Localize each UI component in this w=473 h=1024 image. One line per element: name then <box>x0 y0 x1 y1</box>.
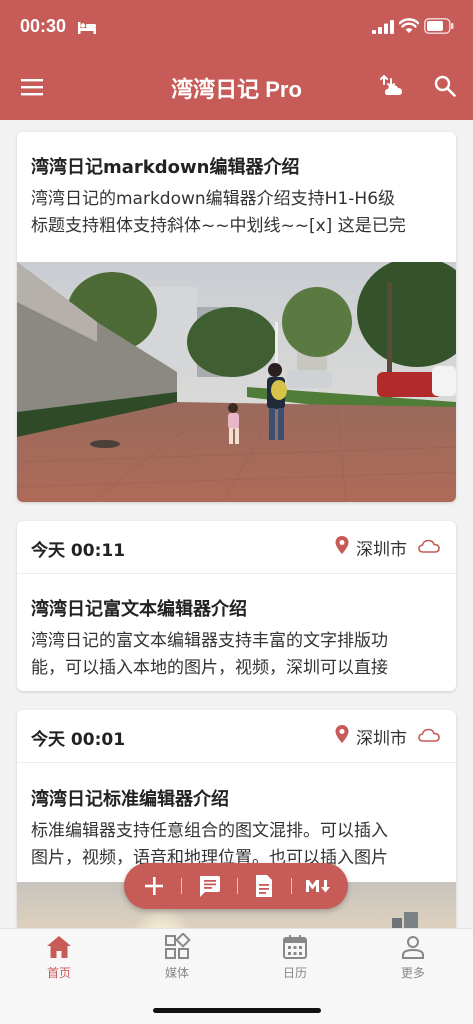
diary-entry-card[interactable]: 湾湾日记markdown编辑器介绍 湾湾日记的markdown编辑器介绍支持H1… <box>17 132 456 502</box>
home-icon <box>47 936 71 958</box>
photo-image <box>17 262 456 502</box>
status-bar: 00:30 <box>0 0 473 56</box>
diary-entry-card[interactable]: 今天 00:11 深圳市 湾湾日记富文本编辑器介绍 湾湾日记的富文本编辑器支持丰… <box>17 521 456 691</box>
entry-title: 湾湾日记标准编辑器介绍 <box>31 789 229 810</box>
bed-icon <box>78 22 96 34</box>
wifi-icon <box>399 18 419 33</box>
cellular-signal-icon <box>372 20 394 34</box>
new-entry-toolbar <box>124 863 348 909</box>
cloud-weather-icon <box>418 539 440 553</box>
location-pin-icon <box>335 725 349 743</box>
tab-label: 媒体 <box>164 966 189 980</box>
tab-calendar[interactable]: 日历 <box>236 929 354 989</box>
entry-photo[interactable] <box>17 262 456 502</box>
entry-title: 湾湾日记富文本编辑器介绍 <box>31 599 247 620</box>
tab-label: 日历 <box>282 966 307 980</box>
entry-date: 今天 00:01 <box>31 730 126 750</box>
toolbar-divider <box>237 878 238 894</box>
cloud-sync-button[interactable] <box>378 73 406 99</box>
entry-location: 深圳市 <box>356 729 407 749</box>
card-divider <box>17 573 456 574</box>
grid-icon <box>165 933 191 959</box>
entry-location: 深圳市 <box>356 540 407 560</box>
rich-text-editor-button[interactable] <box>251 873 277 899</box>
tab-label: 首页 <box>46 966 71 980</box>
cloud-weather-icon <box>418 728 440 742</box>
search-button[interactable] <box>433 74 457 98</box>
tab-media[interactable]: 媒体 <box>118 929 236 989</box>
battery-icon <box>424 18 454 34</box>
toolbar-divider <box>181 878 182 894</box>
status-time: 00:30 <box>20 16 67 36</box>
app-header: 00:30 湾湾日记 Pro <box>0 0 473 120</box>
toolbar-divider <box>291 878 292 894</box>
calendar-icon <box>283 935 307 959</box>
person-icon <box>402 936 424 959</box>
card-divider <box>17 762 456 763</box>
location-pin-icon <box>335 536 349 554</box>
markdown-editor-button[interactable] <box>304 873 334 899</box>
tab-home[interactable]: 首页 <box>0 929 118 989</box>
standard-editor-button[interactable] <box>196 873 222 899</box>
tab-more[interactable]: 更多 <box>354 929 472 989</box>
home-indicator <box>153 1008 321 1013</box>
diary-list: 湾湾日记markdown编辑器介绍 湾湾日记的markdown编辑器介绍支持H1… <box>0 120 473 928</box>
tab-label: 更多 <box>400 966 425 980</box>
entry-date: 今天 00:11 <box>31 541 126 561</box>
entry-excerpt: 湾湾日记的富文本编辑器支持丰富的文字排版功 能，可以插入本地的图片，视频，深圳可… <box>31 631 388 678</box>
add-entry-button[interactable] <box>141 873 167 899</box>
entry-title: 湾湾日记markdown编辑器介绍 <box>31 157 300 178</box>
entry-excerpt: 湾湾日记的markdown编辑器介绍支持H1-H6级 标题支持粗体支持斜体~~中… <box>31 189 406 236</box>
